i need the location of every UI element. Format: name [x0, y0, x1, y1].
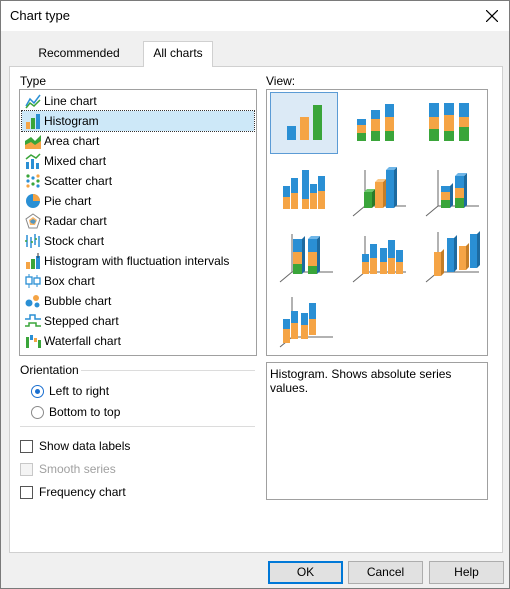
type-item-fluctuation-histogram[interactable]: Histogram with fluctuation intervals: [22, 251, 254, 271]
pie-chart-icon: [26, 194, 40, 208]
fluctuation-histogram-icon: [26, 253, 40, 269]
type-item-bubble-chart[interactable]: Bubble chart: [22, 291, 254, 311]
chart-type-list[interactable]: Line chart Histogram Area chart Mixed ch…: [19, 89, 257, 356]
stepped-chart-icon: [25, 314, 41, 327]
scatter-chart-icon: [26, 174, 40, 188]
chart-type-dialog: Chart type Recommended charts All charts…: [0, 0, 510, 589]
options-divider: [20, 426, 255, 427]
3d-percent-stacked-histogram-preview: [279, 234, 333, 283]
type-item-box-chart[interactable]: Box chart: [22, 271, 254, 291]
stacked-histogram-variant[interactable]: [343, 92, 411, 154]
3d-histogram-preview: [425, 231, 480, 283]
type-item-label: Radar chart: [44, 214, 107, 228]
type-item-label: Line chart: [44, 94, 97, 108]
stacked-grouped-histogram-preview: [283, 170, 325, 209]
waterfall-chart-icon: [26, 335, 41, 348]
type-item-stepped-chart[interactable]: Stepped chart: [22, 311, 254, 331]
type-item-scatter-chart[interactable]: Scatter chart: [22, 171, 254, 191]
3d-stacked-grouped-histogram-preview: [352, 236, 406, 283]
close-button[interactable]: [479, 3, 505, 29]
type-item-label: Area chart: [44, 134, 100, 148]
type-item-label: Histogram with fluctuation intervals: [44, 254, 230, 268]
clustered-histogram-preview: [287, 105, 322, 140]
title-bar: Chart type: [1, 1, 509, 31]
smooth-series-checkbox[interactable]: [20, 463, 33, 476]
3d-clustered-histogram-variant[interactable]: [343, 157, 411, 219]
percent-stacked-histogram-variant[interactable]: [416, 92, 484, 154]
3d-histogram-variant[interactable]: [416, 223, 484, 285]
chart-description: Histogram. Shows absolute series values.: [266, 362, 488, 500]
ok-button[interactable]: OK: [268, 561, 343, 584]
type-item-label: Waterfall chart: [44, 334, 121, 348]
show-data-labels-label[interactable]: Show data labels: [39, 439, 130, 453]
type-item-mixed-chart[interactable]: Mixed chart: [22, 151, 254, 171]
type-item-stock-chart[interactable]: Stock chart: [22, 231, 254, 251]
frequency-chart-label[interactable]: Frequency chart: [39, 485, 126, 499]
clustered-histogram-variant[interactable]: [270, 92, 338, 154]
3d-grouped-histogram-variant[interactable]: [270, 288, 338, 350]
type-item-area-chart[interactable]: Area chart: [22, 131, 254, 151]
percent-stacked-histogram-preview: [429, 103, 469, 141]
frequency-chart-checkbox[interactable]: [20, 486, 33, 499]
3d-clustered-histogram-preview: [352, 167, 406, 217]
stacked-grouped-histogram-variant[interactable]: [270, 157, 338, 219]
smooth-series-label[interactable]: Smooth series: [39, 462, 116, 476]
type-item-histogram[interactable]: Histogram: [21, 110, 255, 132]
3d-stacked-histogram-preview: [425, 170, 479, 217]
orientation-label: Orientation: [20, 363, 79, 377]
3d-percent-stacked-histogram-variant[interactable]: [270, 223, 338, 285]
type-item-label: Histogram: [44, 114, 99, 128]
histogram-icon: [26, 114, 40, 129]
radio-bottom-to-top[interactable]: [31, 406, 44, 419]
3d-stacked-histogram-variant[interactable]: [416, 157, 484, 219]
3d-stacked-grouped-histogram-variant[interactable]: [343, 223, 411, 285]
type-item-label: Stock chart: [44, 234, 105, 248]
type-item-label: Scatter chart: [44, 174, 113, 188]
cancel-button[interactable]: Cancel: [348, 561, 423, 584]
show-data-labels-checkbox[interactable]: [20, 440, 33, 453]
type-item-pie-chart[interactable]: Pie chart: [22, 191, 254, 211]
radio-bottom-to-top-label[interactable]: Bottom to top: [49, 405, 120, 419]
mixed-chart-icon: [25, 153, 41, 169]
stacked-histogram-preview: [357, 104, 394, 141]
type-item-label: Bubble chart: [44, 294, 112, 308]
box-chart-icon: [25, 274, 41, 288]
type-item-line-chart[interactable]: Line chart: [22, 91, 254, 111]
type-item-label: Pie chart: [44, 194, 92, 208]
tab-all-charts[interactable]: All charts: [143, 41, 213, 67]
bubble-chart-icon: [25, 295, 40, 308]
chart-view-gallery[interactable]: [266, 89, 488, 356]
orientation-divider: [81, 370, 255, 371]
line-chart-icon: [25, 94, 41, 109]
radio-left-to-right-label[interactable]: Left to right: [49, 384, 109, 398]
radio-left-to-right[interactable]: [31, 385, 44, 398]
help-button[interactable]: Help: [429, 561, 504, 584]
tab-recommended-charts[interactable]: Recommended charts: [15, 43, 143, 81]
area-chart-icon: [25, 135, 41, 149]
type-item-radar-chart[interactable]: Radar chart: [22, 211, 254, 231]
dialog-title: Chart type: [10, 8, 70, 23]
radar-chart-icon: [25, 213, 41, 229]
close-icon: [486, 10, 498, 22]
type-label: Type: [20, 74, 47, 88]
3d-grouped-histogram-preview: [279, 297, 333, 348]
view-label: View:: [266, 74, 296, 88]
type-item-label: Stepped chart: [44, 314, 119, 328]
type-item-waterfall-chart[interactable]: Waterfall chart: [22, 331, 254, 351]
type-item-label: Box chart: [44, 274, 95, 288]
type-item-label: Mixed chart: [44, 154, 107, 168]
stock-chart-icon: [25, 234, 40, 248]
